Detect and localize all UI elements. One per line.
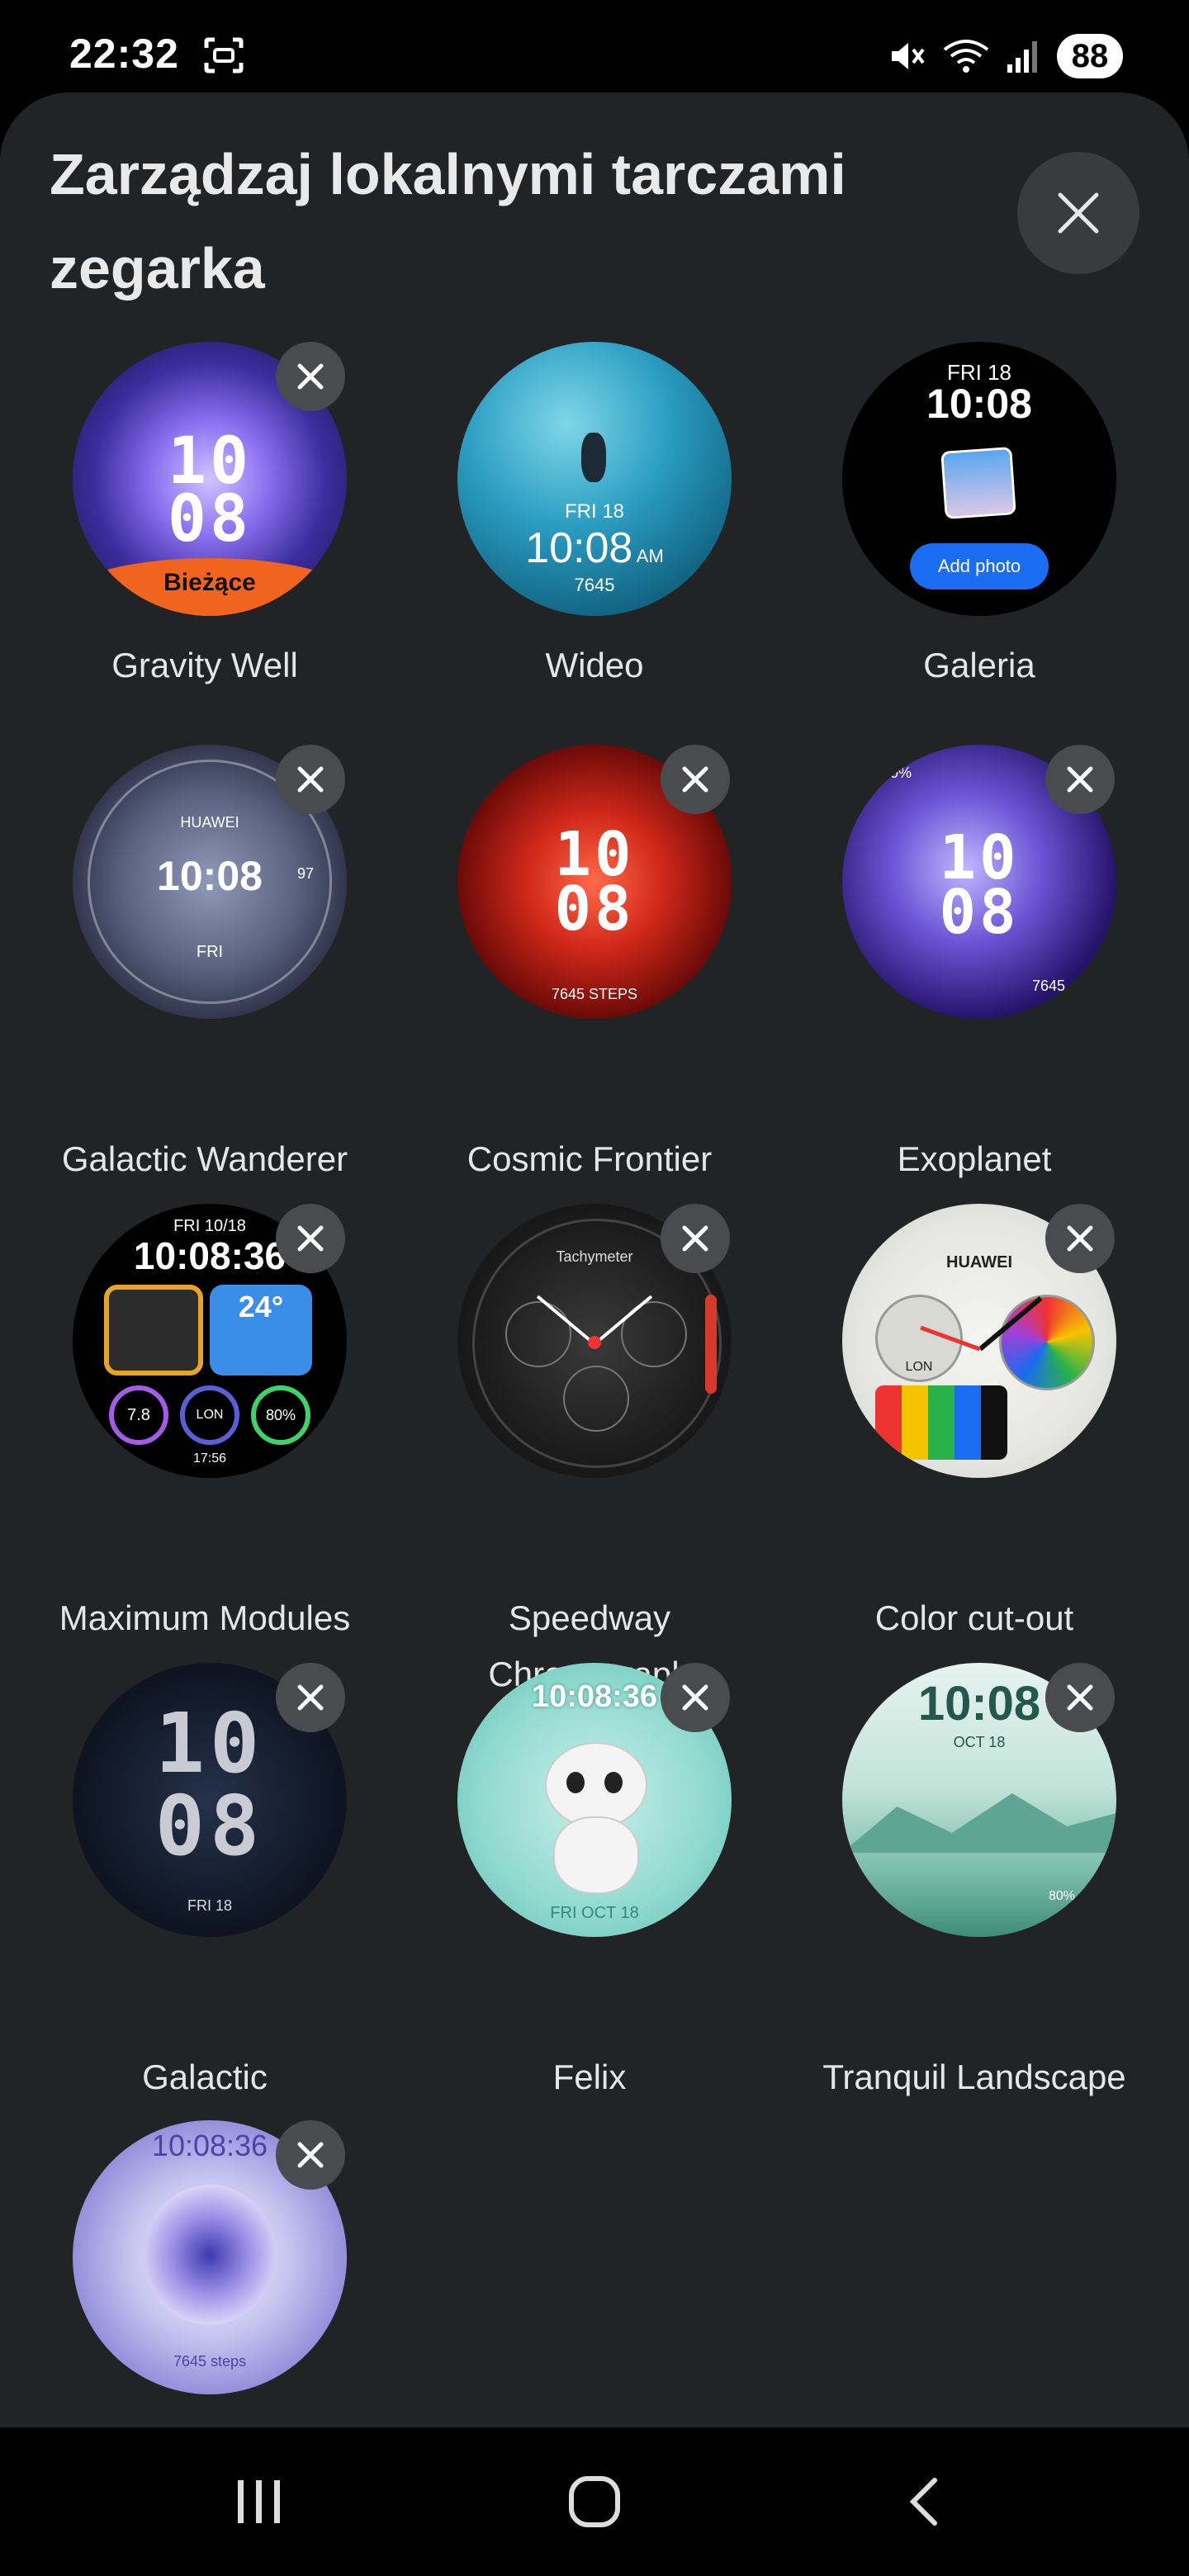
back-icon [909,2478,937,2526]
status-icons: 88 [887,33,1123,79]
face-steps: 7645 steps [173,2353,247,2370]
face-time: 10:08 [926,381,1032,427]
close-icon [1067,766,1093,793]
delete-face-button[interactable] [661,745,730,814]
face-value1: 7.8 [109,1385,168,1445]
face-label: Wideo [545,646,644,684]
face-time-minutes: 08 [154,1778,265,1874]
add-photo-button[interactable]: Add photo [910,543,1049,590]
watch-faces-sheet: Zarządzaj lokalnymi tarczami zegarka 10 … [0,92,1189,2427]
recents-button[interactable] [193,2427,325,2576]
face-label: Exoplanet [897,1139,1052,1178]
delete-face-button[interactable] [276,2120,345,2190]
screenshot-icon [204,37,244,73]
face-label: Cosmic Frontier [467,1139,713,1178]
face-bpm: 97 [297,865,315,882]
close-button[interactable] [1017,152,1139,274]
face-date: FRI OCT 18 [550,1904,639,1922]
close-icon [682,1225,708,1252]
face-label: Galactic Wanderer [61,1139,348,1178]
face-label: Galeria [923,646,1035,684]
face-label: Felix [552,2057,627,2096]
page-title: Zarządzaj lokalnymi tarczami zegarka [50,142,846,301]
face-time-minutes: 08 [554,874,635,945]
face-date: FRI 18 [187,1897,233,1914]
close-icon [1067,1684,1093,1711]
signal-icon [1007,41,1037,73]
recents-icon [238,2480,280,2523]
delete-face-button[interactable] [661,1663,730,1732]
face-steps: 7645 [1032,978,1066,994]
delete-face-button[interactable] [1045,745,1115,814]
status-bar: 22:32 88 [0,0,1189,99]
face-time: 10:08 [525,524,633,572]
face-battery: 80% [1049,1889,1076,1903]
flower-illustration [144,2185,276,2325]
status-time: 22:32 [69,31,179,77]
face-city: LON [180,1385,239,1445]
face-time-minutes: 08 [939,877,1020,948]
current-badge: Bieżące [73,558,347,616]
face-label: Tranquil Landscape [822,2057,1126,2096]
face-label: Galactic [142,2057,268,2096]
cat-illustration [537,1742,652,1894]
face-label: Maximum Modules [59,1598,351,1637]
face-date: OCT 18 [953,1734,1006,1750]
delete-face-button[interactable] [276,745,345,814]
face-label: Color cut-out [874,1598,1074,1637]
watch-face-wideo[interactable]: FRI 18 10:08 AM 7645 [457,342,732,616]
face-steps: 7645 [574,575,615,595]
close-icon [297,1225,324,1252]
battery-indicator: 88 [1057,34,1123,78]
face-battery: 80% [882,765,912,781]
face-steps: 7645 STEPS [551,986,638,1002]
close-icon [297,766,324,793]
delete-face-button[interactable] [1045,1204,1115,1273]
delete-face-button[interactable] [276,1663,345,1732]
close-icon [682,766,708,793]
face-ampm: AM [636,546,664,566]
close-icon [297,2142,324,2168]
face-battery: 80% [251,1385,310,1445]
photo-icon [940,447,1016,519]
home-button[interactable] [528,2427,661,2576]
face-time-minutes: 08 [168,482,252,556]
face-date: FRI 18 [564,500,625,523]
close-icon [682,1684,708,1711]
delete-face-button[interactable] [276,342,345,411]
close-icon [297,363,324,390]
delete-face-button[interactable] [276,1204,345,1273]
mute-icon [892,43,925,69]
delete-face-button[interactable] [1045,1663,1115,1732]
close-icon [297,1684,324,1711]
navigation-bar [0,2427,1189,2576]
face-clock: 17:56 [192,1451,227,1466]
wifi-icon [943,40,989,73]
face-brand: HUAWEI [180,814,239,831]
home-icon [569,2476,620,2527]
face-temp: 24° [238,1290,284,1324]
close-icon [1067,1225,1093,1252]
watch-face-galeria[interactable]: FRI 18 10:08 Add photo [842,342,1116,616]
face-day: FRI [196,943,224,961]
delete-face-button[interactable] [661,1204,730,1273]
back-button[interactable] [859,2427,991,2576]
close-icon [1058,192,1099,234]
face-label: Gravity Well [111,646,298,684]
